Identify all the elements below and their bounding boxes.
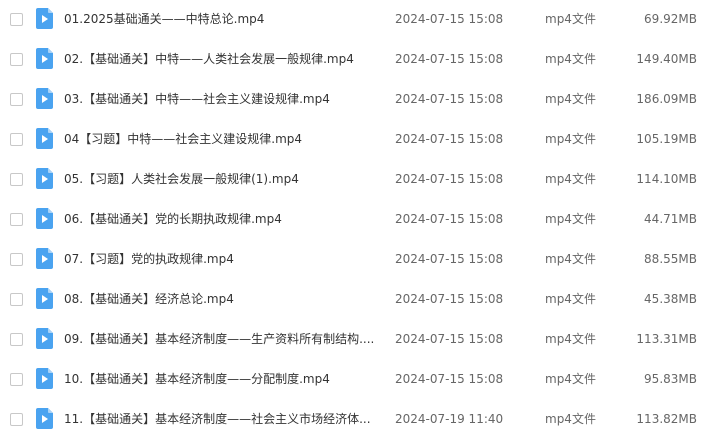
file-row[interactable]: 08.【基础通关】经济总论.mp4 2024-07-15 15:08 mp4文件 45… xyxy=(0,280,715,320)
file-size: 113.31MB xyxy=(636,332,697,346)
video-file-icon[interactable] xyxy=(36,168,53,189)
row-checkbox[interactable] xyxy=(10,373,23,386)
file-type: mp4文件 xyxy=(545,412,596,426)
video-file-icon[interactable] xyxy=(36,8,53,29)
file-row[interactable]: 11.【基础通关】基本经济制度——社会主义市场经济体... 2024-07-19 … xyxy=(0,400,715,440)
modified-date: 2024-07-15 15:08 xyxy=(395,12,504,26)
row-checkbox[interactable] xyxy=(10,253,23,266)
row-checkbox[interactable] xyxy=(10,13,23,26)
file-type: mp4文件 xyxy=(545,332,596,346)
file-size: 44.71MB xyxy=(644,212,697,226)
file-name[interactable]: 11.【基础通关】基本经济制度——社会主义市场经济体... xyxy=(64,411,384,427)
modified-date: 2024-07-15 15:08 xyxy=(395,52,504,66)
row-checkbox[interactable] xyxy=(10,173,23,186)
file-name[interactable]: 04【习题】中特——社会主义建设规律.mp4 xyxy=(64,131,384,147)
file-size: 45.38MB xyxy=(644,292,697,306)
file-type: mp4文件 xyxy=(545,252,596,266)
row-checkbox[interactable] xyxy=(10,293,23,306)
file-name[interactable]: 07.【习题】党的执政规律.mp4 xyxy=(64,251,384,267)
file-name[interactable]: 08.【基础通关】经济总论.mp4 xyxy=(64,291,384,307)
file-size: 95.83MB xyxy=(644,372,697,386)
video-file-icon[interactable] xyxy=(36,48,53,69)
modified-date: 2024-07-15 15:08 xyxy=(395,252,504,266)
file-name[interactable]: 05.【习题】人类社会发展一般规律(1).mp4 xyxy=(64,171,384,187)
video-file-icon[interactable] xyxy=(36,368,53,389)
file-name[interactable]: 10.【基础通关】基本经济制度——分配制度.mp4 xyxy=(64,371,384,387)
file-name[interactable]: 03.【基础通关】中特——社会主义建设规律.mp4 xyxy=(64,91,384,107)
modified-date: 2024-07-15 15:08 xyxy=(395,132,504,146)
file-list: 01.2025基础通关——中特总论.mp4 2024-07-15 15:08 mp4… xyxy=(0,0,715,436)
file-type: mp4文件 xyxy=(545,92,596,106)
file-size: 105.19MB xyxy=(636,132,697,146)
file-row[interactable]: 01.2025基础通关——中特总论.mp4 2024-07-15 15:08 mp4… xyxy=(0,0,715,40)
file-row[interactable]: 07.【习题】党的执政规律.mp4 2024-07-15 15:08 mp4文件 88… xyxy=(0,240,715,280)
modified-date: 2024-07-15 15:08 xyxy=(395,212,504,226)
file-type: mp4文件 xyxy=(545,292,596,306)
file-name[interactable]: 02.【基础通关】中特——人类社会发展一般规律.mp4 xyxy=(64,51,384,67)
file-size: 88.55MB xyxy=(644,252,697,266)
modified-date: 2024-07-15 15:08 xyxy=(395,332,504,346)
file-size: 114.10MB xyxy=(636,172,697,186)
file-name[interactable]: 01.2025基础通关——中特总论.mp4 xyxy=(64,11,384,27)
file-name[interactable]: 09.【基础通关】基本经济制度——生产资料所有制结构.... xyxy=(64,331,384,347)
file-type: mp4文件 xyxy=(545,52,596,66)
file-row[interactable]: 02.【基础通关】中特——人类社会发展一般规律.mp4 2024-07-15 15… xyxy=(0,40,715,80)
modified-date: 2024-07-15 15:08 xyxy=(395,292,504,306)
file-row[interactable]: 09.【基础通关】基本经济制度——生产资料所有制结构.... 2024-07-15… xyxy=(0,320,715,360)
file-size: 113.82MB xyxy=(636,412,697,426)
file-row[interactable]: 10.【基础通关】基本经济制度——分配制度.mp4 2024-07-15 15:0… xyxy=(0,360,715,400)
row-checkbox[interactable] xyxy=(10,213,23,226)
video-file-icon[interactable] xyxy=(36,128,53,149)
file-size: 69.92MB xyxy=(644,12,697,26)
video-file-icon[interactable] xyxy=(36,288,53,309)
file-type: mp4文件 xyxy=(545,132,596,146)
video-file-icon[interactable] xyxy=(36,88,53,109)
file-row[interactable]: 03.【基础通关】中特——社会主义建设规律.mp4 2024-07-15 15:0… xyxy=(0,80,715,120)
file-type: mp4文件 xyxy=(545,172,596,186)
file-row[interactable]: 06.【基础通关】党的长期执政规律.mp4 2024-07-15 15:08 mp4… xyxy=(0,200,715,240)
video-file-icon[interactable] xyxy=(36,248,53,269)
video-file-icon[interactable] xyxy=(36,208,53,229)
video-file-icon[interactable] xyxy=(36,328,53,349)
file-type: mp4文件 xyxy=(545,372,596,386)
file-type: mp4文件 xyxy=(545,212,596,226)
modified-date: 2024-07-15 15:08 xyxy=(395,92,504,106)
file-name[interactable]: 06.【基础通关】党的长期执政规律.mp4 xyxy=(64,211,384,227)
row-checkbox[interactable] xyxy=(10,333,23,346)
row-checkbox[interactable] xyxy=(10,53,23,66)
row-checkbox[interactable] xyxy=(10,133,23,146)
modified-date: 2024-07-19 11:40 xyxy=(395,412,504,426)
row-checkbox[interactable] xyxy=(10,93,23,106)
modified-date: 2024-07-15 15:08 xyxy=(395,172,504,186)
file-type: mp4文件 xyxy=(545,12,596,26)
file-row[interactable]: 05.【习题】人类社会发展一般规律(1).mp4 2024-07-15 15:08… xyxy=(0,160,715,200)
video-file-icon[interactable] xyxy=(36,408,53,429)
modified-date: 2024-07-15 15:08 xyxy=(395,372,504,386)
row-checkbox[interactable] xyxy=(10,413,23,426)
file-row[interactable]: 04【习题】中特——社会主义建设规律.mp4 2024-07-15 15:08 mp… xyxy=(0,120,715,160)
file-size: 149.40MB xyxy=(636,52,697,66)
file-size: 186.09MB xyxy=(636,92,697,106)
